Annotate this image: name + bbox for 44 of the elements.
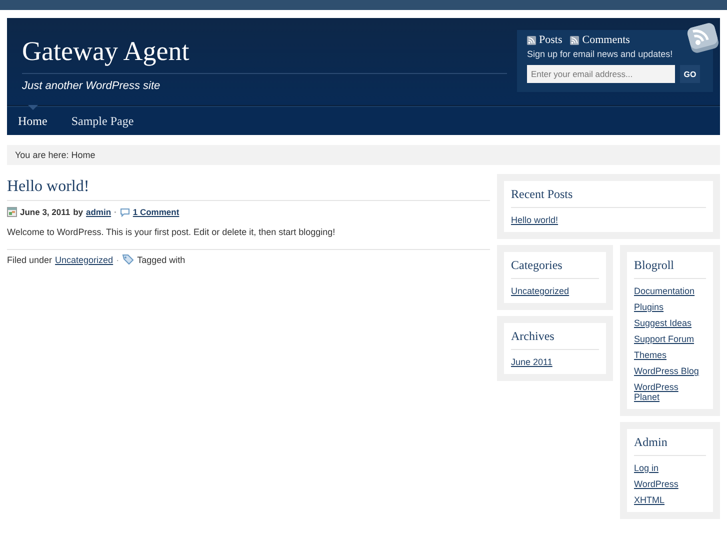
category-link[interactable]: Uncategorized <box>55 254 114 264</box>
email-field[interactable]: Enter your email address... <box>527 65 675 83</box>
widget-link[interactable]: Support Forum <box>634 334 706 344</box>
widget-link[interactable]: Suggest Ideas <box>634 318 706 328</box>
filed-under-text: Filed under <box>7 254 52 264</box>
separator-dot: · <box>116 254 120 264</box>
widget-link[interactable]: WordPress Blog <box>634 366 706 376</box>
feed-link[interactable]: Comments <box>582 34 630 46</box>
comment-icon <box>120 208 130 216</box>
widget-link[interactable]: June 2011 <box>511 357 599 367</box>
nav-link[interactable]: Home <box>7 114 58 128</box>
rss-icon <box>570 36 580 44</box>
widget-link[interactable]: XHTML <box>634 495 706 505</box>
widget-link[interactable]: Plugins <box>634 302 706 312</box>
nav-link[interactable]: Sample Page <box>60 114 145 128</box>
feed-link[interactable]: Posts <box>539 34 562 46</box>
widget-link[interactable]: Uncategorized <box>511 286 599 296</box>
post-body: Welcome to WordPress. This is your first post. Edit or delete it, then start blogging! <box>7 227 336 237</box>
widget-title: Categories <box>511 258 599 279</box>
widget-link[interactable]: Log in <box>634 463 706 473</box>
author-link[interactable]: admin <box>86 207 112 217</box>
widget-title: Blogroll <box>634 258 706 279</box>
tagged-text: Tagged with <box>137 254 186 264</box>
post-title[interactable]: Hello world! <box>7 174 490 201</box>
separator-dot: · <box>114 207 117 217</box>
breadcrumb: You are here: Home <box>7 145 720 165</box>
widget-title: Recent Posts <box>511 187 706 208</box>
widget-link[interactable]: WordPress <box>634 479 706 489</box>
post-date: June 3, 2011 <box>20 207 70 217</box>
tag-icon <box>122 254 134 265</box>
go-button[interactable]: GO <box>680 65 700 83</box>
widget-link[interactable]: Hello world! <box>511 215 706 225</box>
site-title[interactable]: Gateway Agent <box>22 36 507 74</box>
widget-link[interactable]: Themes <box>634 350 706 360</box>
comment-count-link[interactable]: 1 Comment <box>132 207 180 217</box>
tagline: Just another WordPress site <box>22 80 160 92</box>
subscribe-text: Sign up for email news and updates! <box>527 49 673 59</box>
widget-title: Archives <box>511 329 599 350</box>
widget-link[interactable]: Documentation <box>634 286 706 296</box>
widget-link[interactable]: WordPress Planet <box>634 382 706 402</box>
calendar-icon <box>7 207 17 217</box>
byline-text: by <box>73 207 84 217</box>
widget-title: Admin <box>634 435 706 456</box>
rss-icon <box>527 36 536 44</box>
